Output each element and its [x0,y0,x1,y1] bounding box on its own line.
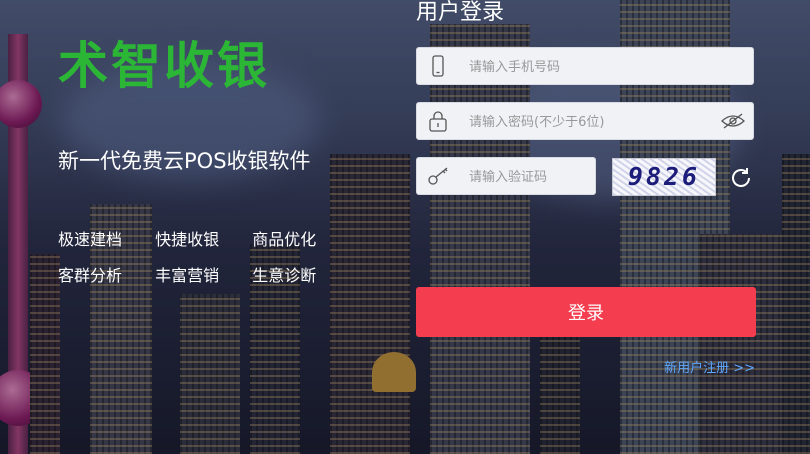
lock-icon [429,111,447,132]
feature-list: 极速建档 快捷收银 商品优化 客群分析 丰富营销 生意诊断 [58,226,358,298]
password-input[interactable] [467,103,711,141]
eye-icon[interactable] [721,112,745,130]
phone-input[interactable] [467,48,711,86]
key-icon [428,167,448,185]
login-button[interactable]: 登录 [416,287,756,337]
register-link[interactable]: 新用户注册 >> [664,357,755,376]
refresh-icon[interactable] [729,166,753,190]
phone-field[interactable] [416,47,754,86]
feature-item: 客群分析 [58,266,123,285]
feature-item: 生意诊断 [252,266,317,285]
feature-item: 丰富营销 [155,266,220,285]
login-title: 用户登录 [416,0,505,25]
slogan: 新一代免费云POS收银软件 [58,149,311,173]
feature-item: 快捷收银 [155,230,220,249]
feature-item: 极速建档 [58,230,123,249]
captcha-input[interactable] [467,158,591,196]
phone-icon [432,55,444,77]
feature-item: 商品优化 [252,230,317,249]
captcha-field[interactable] [416,157,596,196]
brand-logo: 术智收银 [58,37,270,95]
captcha-image[interactable]: 9826 [612,158,716,196]
password-field[interactable] [416,102,754,141]
